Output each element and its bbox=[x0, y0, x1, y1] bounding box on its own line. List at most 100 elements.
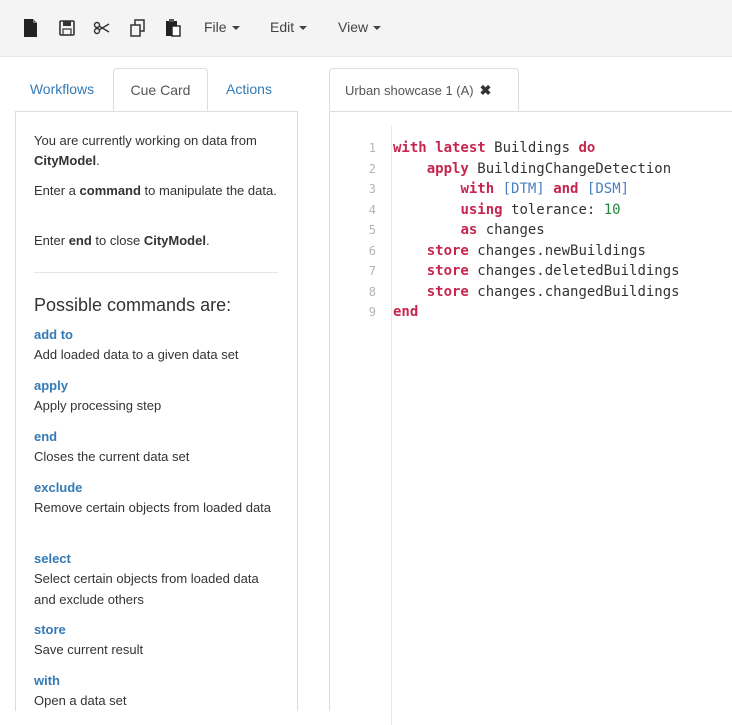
view-menu-label: View bbox=[338, 19, 369, 35]
line-number: 6 bbox=[368, 243, 376, 258]
code-token: end bbox=[393, 304, 419, 320]
file-menu[interactable]: File bbox=[204, 19, 240, 35]
code-token: [DTM] bbox=[502, 181, 545, 197]
code-lines: 1 with latest Buildings do 2 apply Buildin… bbox=[330, 138, 680, 323]
chevron-down-icon bbox=[299, 26, 308, 31]
save-icon[interactable] bbox=[58, 18, 76, 38]
left-panel-tabs: Workflows Cue Card Actions bbox=[15, 68, 298, 112]
code-token: 10 bbox=[603, 201, 621, 218]
code-token: with bbox=[460, 181, 495, 197]
end-hint-mid: to close bbox=[91, 233, 144, 248]
code-line[interactable]: 8 store changes.changedBuildings bbox=[330, 282, 680, 303]
copy-icon[interactable] bbox=[129, 18, 147, 38]
code-editor[interactable]: 1 with latest Buildings do 2 apply Buildin… bbox=[329, 111, 732, 725]
new-file-icon[interactable] bbox=[22, 18, 40, 38]
command-select[interactable]: select bbox=[34, 551, 71, 566]
line-number: 5 bbox=[368, 223, 376, 237]
line-number: 8 bbox=[368, 284, 376, 299]
view-menu[interactable]: View bbox=[338, 19, 382, 35]
code-line[interactable]: 3 with [DTM] and [DSM] bbox=[330, 179, 680, 200]
toolbar: File Edit View bbox=[0, 0, 732, 57]
command-desc: Select certain objects from loaded data … bbox=[34, 571, 259, 607]
line-number: 2 bbox=[368, 161, 376, 176]
code-token: store bbox=[426, 242, 469, 259]
intro-period: . bbox=[96, 153, 100, 168]
hint-text-end: to manipulate the data. bbox=[140, 183, 277, 198]
cue-card-end-hint: Enter end to close CityModel. bbox=[34, 231, 284, 251]
code-token: changes.newBuildings bbox=[468, 242, 646, 259]
code-token: do bbox=[578, 140, 596, 156]
code-token: as bbox=[460, 222, 478, 238]
tab-cue-card[interactable]: Cue Card bbox=[113, 68, 208, 111]
command-desc: Save current result bbox=[34, 642, 144, 657]
line-number: 1 bbox=[368, 141, 376, 155]
paste-icon[interactable] bbox=[164, 18, 182, 38]
command-desc: Add loaded data to a given data set bbox=[34, 347, 239, 362]
code-line[interactable]: 1 with latest Buildings do bbox=[330, 138, 680, 159]
tab-workflows[interactable]: Workflows bbox=[15, 68, 109, 110]
command-add-to[interactable]: add to bbox=[34, 327, 73, 342]
code-token: using bbox=[460, 201, 503, 218]
tab-urban-showcase[interactable]: Urban showcase 1 (A) ✖ bbox=[329, 68, 519, 111]
line-number: 7 bbox=[368, 264, 376, 278]
code-line[interactable]: 2 apply BuildingChangeDetection bbox=[330, 159, 680, 180]
hint-command: command bbox=[79, 183, 141, 198]
command-end[interactable]: end bbox=[34, 429, 57, 444]
code-token: store bbox=[426, 283, 469, 300]
code-token: store bbox=[426, 263, 469, 279]
code-token: tolerance: bbox=[502, 201, 604, 218]
command-store[interactable]: store bbox=[34, 622, 66, 637]
file-menu-label: File bbox=[204, 19, 227, 35]
code-token: Buildings bbox=[485, 140, 579, 156]
divider bbox=[34, 272, 278, 273]
code-token: changes.deletedBuildings bbox=[468, 263, 680, 279]
code-line[interactable]: 6 store changes.newBuildings bbox=[330, 241, 680, 262]
close-icon[interactable]: ✖ bbox=[480, 82, 492, 98]
command-with[interactable]: with bbox=[34, 673, 60, 688]
commands-heading: Possible commands are: bbox=[34, 295, 232, 315]
editor-tab-label: Urban showcase 1 (A) bbox=[345, 83, 474, 98]
code-line[interactable]: 4 using tolerance: 10 bbox=[330, 200, 680, 221]
cue-card-panel: You are currently working on data from C… bbox=[15, 111, 298, 711]
dataset-name: CityModel bbox=[34, 153, 97, 168]
edit-menu-label: Edit bbox=[270, 19, 295, 35]
code-line[interactable]: 5 as changes bbox=[330, 220, 680, 241]
code-token: changes.changedBuildings bbox=[468, 283, 680, 300]
code-token: BuildingChangeDetection bbox=[468, 160, 672, 177]
command-apply[interactable]: apply bbox=[34, 378, 68, 393]
end-hint-text: Enter bbox=[34, 233, 69, 248]
command-exclude[interactable]: exclude bbox=[34, 480, 82, 495]
code-token: and bbox=[553, 181, 579, 197]
command-desc: Open a data set bbox=[34, 693, 127, 708]
line-number: 9 bbox=[368, 305, 376, 319]
cut-icon[interactable] bbox=[93, 18, 111, 38]
end-hint-period: . bbox=[205, 233, 210, 248]
code-token: [DSM] bbox=[586, 181, 630, 197]
editor-tabs: Urban showcase 1 (A) ✖ bbox=[329, 68, 732, 112]
end-keyword: end bbox=[68, 233, 92, 248]
chevron-down-icon bbox=[231, 26, 240, 31]
edit-menu[interactable]: Edit bbox=[270, 19, 308, 35]
chevron-down-icon bbox=[373, 26, 382, 31]
code-token: apply bbox=[426, 160, 469, 177]
tab-actions[interactable]: Actions bbox=[211, 68, 287, 110]
cue-card-intro: You are currently working on data from C… bbox=[34, 131, 284, 171]
code-token: with latest bbox=[393, 140, 486, 156]
code-line[interactable]: 9 end bbox=[330, 302, 680, 323]
end-dataset-name: CityModel bbox=[143, 233, 206, 248]
line-number: 4 bbox=[368, 202, 376, 217]
intro-text: You are currently working on data from bbox=[34, 133, 257, 148]
command-desc: Remove certain objects from loaded data bbox=[34, 500, 272, 515]
code-line[interactable]: 7 store changes.deletedBuildings bbox=[330, 261, 680, 282]
command-desc: Apply processing step bbox=[34, 398, 162, 413]
hint-text: Enter a bbox=[34, 183, 80, 198]
command-desc: Closes the current data set bbox=[34, 449, 190, 464]
